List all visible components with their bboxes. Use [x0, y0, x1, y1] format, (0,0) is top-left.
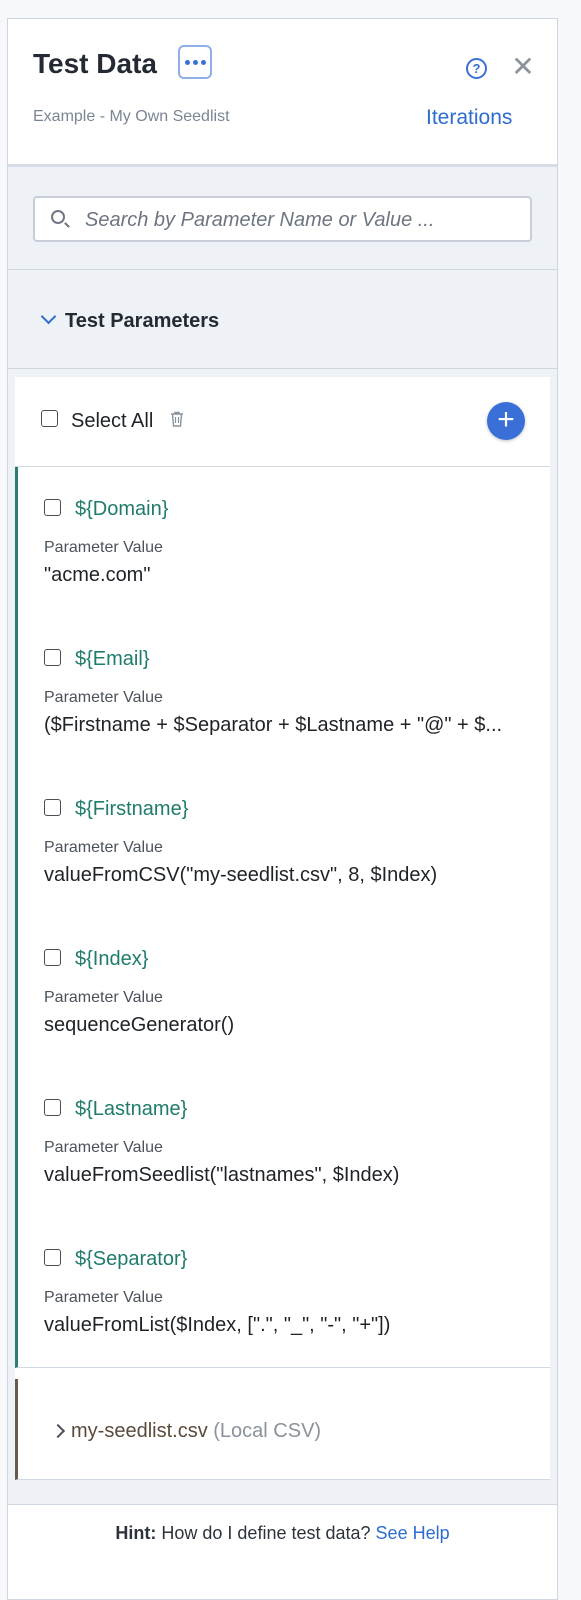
parameter-value: valueFromCSV("my-seedlist.csv", 8, $Inde… — [44, 864, 438, 886]
parameter-row-firstname: ${Firstname} Parameter Value valueFromCS… — [15, 767, 550, 918]
hint-text: Hint: How do I define test data? See Hel… — [8, 1523, 557, 1544]
chevron-right-icon — [50, 1423, 66, 1439]
parameter-checkbox[interactable] — [44, 1099, 61, 1116]
see-help-link[interactable]: See Help — [376, 1523, 450, 1543]
parameter-list: Select All + ${Domain} Parameter Value "… — [15, 377, 550, 1480]
parameter-checkbox[interactable] — [44, 649, 61, 666]
hint-footer: Hint: How do I define test data? See Hel… — [8, 1504, 557, 1599]
parameter-value: "acme.com" — [44, 564, 151, 586]
parameter-value-label: Parameter Value — [44, 539, 163, 556]
chevron-down-icon — [40, 308, 57, 325]
parameter-value-label: Parameter Value — [44, 689, 163, 706]
add-parameter-button[interactable]: + — [487, 402, 525, 440]
parameter-name[interactable]: ${Lastname} — [75, 1098, 187, 1121]
csv-source-type: (Local CSV) — [213, 1420, 322, 1442]
parameter-checkbox[interactable] — [44, 799, 61, 816]
csv-source-label: my-seedlist.csv (Local CSV) — [71, 1420, 321, 1443]
search-icon — [51, 210, 65, 224]
parameter-name[interactable]: ${Separator} — [75, 1248, 187, 1271]
select-all-label[interactable]: Select All — [71, 410, 153, 433]
help-icon[interactable]: ? — [466, 58, 487, 79]
iterations-link[interactable]: Iterations — [426, 106, 512, 130]
dot-icon — [192, 59, 198, 65]
select-all-checkbox[interactable] — [41, 410, 58, 427]
parameter-value-label: Parameter Value — [44, 989, 163, 1006]
parameter-checkbox[interactable] — [44, 949, 61, 966]
hint-label: Hint: — [115, 1523, 157, 1543]
dot-icon — [184, 59, 190, 65]
parameter-row-email: ${Email} Parameter Value ($Firstname + $… — [15, 617, 550, 768]
close-icon[interactable]: ✕ — [510, 53, 536, 81]
parameter-name[interactable]: ${Firstname} — [75, 798, 188, 821]
parameter-row-lastname: ${Lastname} Parameter Value valueFromSee… — [15, 1067, 550, 1218]
more-options-button[interactable] — [178, 45, 212, 79]
parameter-value-label: Parameter Value — [44, 839, 163, 856]
panel-header: Test Data Example - My Own Seedlist ? ✕ … — [8, 19, 557, 167]
csv-file-name: my-seedlist.csv — [71, 1420, 208, 1442]
parameter-checkbox[interactable] — [44, 1249, 61, 1266]
parameter-value: valueFromSeedlist("lastnames", $Index) — [44, 1164, 400, 1186]
parameter-name[interactable]: ${Index} — [75, 948, 148, 971]
search-input[interactable] — [83, 206, 517, 234]
parameter-name[interactable]: ${Email} — [75, 648, 150, 671]
parameter-value: sequenceGenerator() — [44, 1014, 235, 1036]
page-title: Test Data — [33, 48, 157, 79]
select-all-row: Select All + — [15, 377, 550, 467]
parameter-row-separator: ${Separator} Parameter Value valueFromLi… — [15, 1217, 550, 1368]
hint-question: How do I define test data? — [161, 1523, 371, 1543]
test-parameters-section-header[interactable]: Test Parameters — [8, 269, 557, 369]
parameter-value: valueFromList($Index, [".", "_", "-", "+… — [44, 1314, 391, 1336]
dataset-subtitle: Example - My Own Seedlist — [33, 108, 230, 125]
csv-source-row[interactable]: my-seedlist.csv (Local CSV) — [15, 1379, 550, 1480]
parameter-value-label: Parameter Value — [44, 1289, 163, 1306]
parameter-value: ($Firstname + $Separator + $Lastname + "… — [44, 714, 503, 736]
parameter-checkbox[interactable] — [44, 499, 61, 516]
parameter-value-label: Parameter Value — [44, 1139, 163, 1156]
trash-icon[interactable] — [170, 411, 184, 427]
dot-icon — [200, 59, 206, 65]
parameter-name[interactable]: ${Domain} — [75, 498, 168, 521]
test-data-panel: Test Data Example - My Own Seedlist ? ✕ … — [7, 18, 558, 1600]
section-title: Test Parameters — [65, 310, 220, 332]
parameter-row-index: ${Index} Parameter Value sequenceGenerat… — [15, 917, 550, 1068]
search-box[interactable] — [33, 196, 532, 242]
parameter-row-domain: ${Domain} Parameter Value "acme.com" — [15, 467, 550, 618]
